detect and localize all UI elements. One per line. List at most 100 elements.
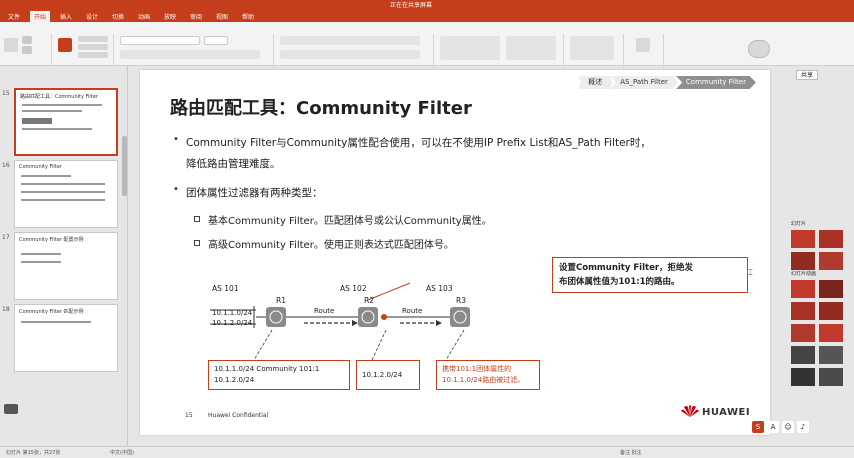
router-r3-icon bbox=[450, 307, 470, 327]
sub-bullet-1: 基本Community Filter。匹配团体号或公认Community属性。 bbox=[208, 216, 492, 227]
thumb-text-line bbox=[21, 253, 61, 255]
tab-transitions[interactable]: 切换 bbox=[108, 11, 128, 22]
find-replace-icon[interactable] bbox=[570, 36, 614, 60]
quick-styles[interactable] bbox=[506, 36, 556, 60]
layout-button[interactable] bbox=[78, 36, 108, 42]
huawei-petal-icon bbox=[681, 405, 699, 417]
font-size-select[interactable] bbox=[204, 36, 228, 45]
thumb-title: Community Filter 匹配示例 bbox=[19, 309, 84, 315]
as-101-label: AS 101 bbox=[212, 284, 239, 293]
designer-pane: 幻灯片 幻灯片动画 bbox=[785, 221, 850, 420]
font-name-select[interactable] bbox=[120, 36, 200, 45]
slide-canvas[interactable]: 概述 AS_Path Filter Community Filter 路由匹配工… bbox=[140, 70, 770, 435]
filter-point-icon bbox=[381, 314, 387, 320]
router-r2-label: R2 bbox=[364, 296, 374, 305]
ribbon-tabs: 文件 开始 插入 设计 切换 动画 放映 审阅 视图 帮助 bbox=[0, 10, 854, 22]
thumb-title: 路由匹配工具：Community Filter bbox=[20, 94, 98, 100]
filtered-route-line: 携带101:1团体属性的 bbox=[442, 365, 512, 373]
list-format-row[interactable] bbox=[280, 36, 420, 45]
design-idea-tile[interactable] bbox=[791, 324, 815, 342]
input-mode-icon[interactable]: A bbox=[767, 421, 779, 433]
alignment-row[interactable] bbox=[280, 50, 420, 59]
callout-line: 设置Community Filter，拒绝发 bbox=[559, 263, 694, 273]
design-idea-tile[interactable] bbox=[819, 252, 843, 270]
route-arrow-1-head bbox=[352, 320, 358, 326]
design-idea-tile[interactable] bbox=[819, 280, 843, 298]
tab-help[interactable]: 帮助 bbox=[238, 11, 258, 22]
sogou-input-icon[interactable]: S bbox=[752, 421, 764, 433]
thumb-text-line bbox=[21, 261, 61, 263]
avatar[interactable] bbox=[748, 40, 770, 58]
tab-animations[interactable]: 动画 bbox=[134, 11, 154, 22]
callout-box: 设置Community Filter，拒绝发 布团体属性值为101:1的路由。 bbox=[552, 257, 748, 293]
thumbnail-scrollbar[interactable] bbox=[122, 136, 127, 196]
design-idea-tile[interactable] bbox=[791, 346, 815, 364]
callout-line: 布团体属性值为101:1的路由。 bbox=[559, 277, 680, 287]
design-idea-tile[interactable] bbox=[819, 302, 843, 320]
tab-slideshow[interactable]: 放映 bbox=[160, 11, 180, 22]
mouse-cursor-icon: ⌶ bbox=[748, 268, 753, 277]
designer-section-title: 幻灯片 bbox=[791, 221, 807, 227]
breadcrumb-overview: 概述 bbox=[578, 76, 613, 89]
route-info-box-left: 10.1.1.0/24 Community 101:1 10.1.2.0/24 bbox=[208, 360, 350, 390]
tab-insert[interactable]: 插入 bbox=[56, 11, 76, 22]
share-button[interactable]: 共享 bbox=[796, 70, 818, 80]
design-idea-tile[interactable] bbox=[791, 368, 815, 386]
breadcrumb-as-path-filter: AS_Path Filter bbox=[610, 76, 678, 89]
design-idea-tile[interactable] bbox=[819, 368, 843, 386]
section-button[interactable] bbox=[78, 52, 108, 58]
slide-thumbnail-pane: 15 路由匹配工具：Community Filter 16 Community … bbox=[0, 66, 128, 446]
design-idea-tile[interactable] bbox=[791, 280, 815, 298]
router-r3-label: R3 bbox=[456, 296, 466, 305]
comment-icon[interactable] bbox=[4, 404, 18, 414]
new-slide-icon[interactable] bbox=[58, 38, 72, 52]
tab-file[interactable]: 文件 bbox=[4, 11, 24, 22]
reset-button[interactable] bbox=[78, 44, 108, 50]
design-idea-tile[interactable] bbox=[819, 324, 843, 342]
thumbnail-slide-15[interactable]: 路由匹配工具：Community Filter bbox=[14, 88, 118, 156]
route-info-box-mid: 10.1.2.0/24 bbox=[356, 360, 420, 390]
cut-icon[interactable] bbox=[22, 36, 32, 44]
font-group bbox=[114, 34, 274, 74]
tab-view[interactable]: 视图 bbox=[212, 11, 232, 22]
thumb-number: 15 bbox=[2, 90, 10, 97]
thumbnail-slide-17[interactable]: Community Filter 配置示例 bbox=[14, 232, 118, 300]
save-to-cloud-icon[interactable] bbox=[636, 38, 650, 52]
notes-comments-toggles[interactable]: 备注 批注 bbox=[620, 449, 642, 456]
r1-network-1: 10.1.1.0/24 bbox=[212, 309, 253, 317]
thumb-diagram bbox=[22, 118, 52, 124]
language-indicator[interactable]: 中文(中国) bbox=[110, 449, 134, 456]
status-bar: 幻灯片 第15张，共27张 中文(中国) 备注 批注 bbox=[0, 446, 854, 458]
paste-icon[interactable] bbox=[4, 38, 18, 52]
thumb-text-line bbox=[21, 321, 91, 323]
design-idea-tile[interactable] bbox=[791, 230, 815, 248]
route-info-line: 10.1.1.0/24 Community 101:1 bbox=[214, 365, 320, 373]
as-103-label: AS 103 bbox=[426, 284, 453, 293]
copy-icon[interactable] bbox=[22, 46, 32, 54]
pointer-left bbox=[253, 329, 273, 361]
design-idea-tile[interactable] bbox=[819, 346, 843, 364]
router-r1-icon bbox=[266, 307, 286, 327]
confidential-label: Huawei Confidential bbox=[208, 412, 269, 419]
thumbnail-slide-18[interactable]: Community Filter 匹配示例 bbox=[14, 304, 118, 372]
thumb-number: 18 bbox=[2, 306, 10, 313]
emoji-icon[interactable]: ☺ bbox=[782, 421, 794, 433]
tab-review[interactable]: 审阅 bbox=[186, 11, 206, 22]
as-102-label: AS 102 bbox=[340, 284, 367, 293]
sub-bullet-2: 高级Community Filter。使用正则表达式匹配团体号。 bbox=[208, 240, 454, 251]
editing-group bbox=[564, 34, 624, 74]
title-bar: 正在在共享屏幕 bbox=[0, 0, 854, 10]
thumb-number: 17 bbox=[2, 234, 10, 241]
font-format-row[interactable] bbox=[120, 50, 260, 59]
design-idea-tile[interactable] bbox=[791, 302, 815, 320]
shapes-gallery[interactable] bbox=[440, 36, 500, 60]
route-info-line: 10.1.2.0/24 bbox=[362, 371, 403, 379]
tab-design[interactable]: 设计 bbox=[82, 11, 102, 22]
tab-home[interactable]: 开始 bbox=[30, 11, 51, 22]
route-label-2: Route bbox=[402, 307, 423, 315]
thumbnail-slide-16[interactable]: Community Filter bbox=[14, 160, 118, 228]
bullet-1-line-2: 降低路由管理难度。 bbox=[186, 158, 281, 170]
design-idea-tile[interactable] bbox=[819, 230, 843, 248]
design-idea-tile[interactable] bbox=[791, 252, 815, 270]
microphone-icon[interactable]: ♪ bbox=[797, 421, 809, 433]
